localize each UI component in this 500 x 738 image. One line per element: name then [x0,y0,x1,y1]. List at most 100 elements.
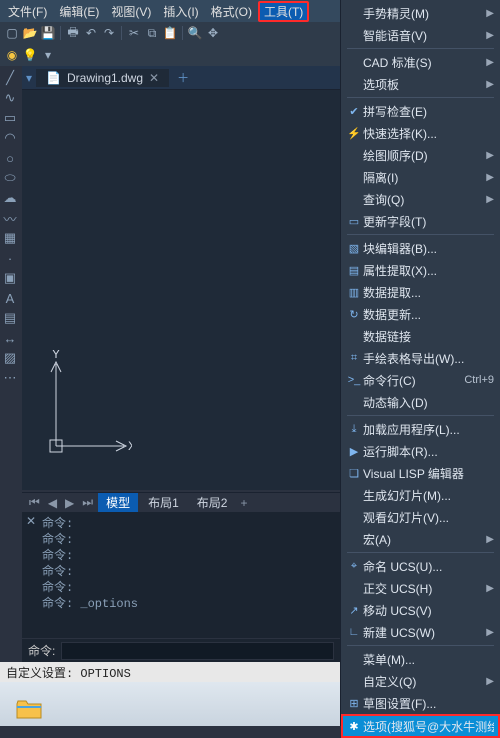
ellipse-tool-icon[interactable]: ⬭ [2,170,18,186]
dim-tool-icon[interactable]: ↔ [2,330,18,346]
menu-item-label: 生成幻灯片(M)... [363,487,494,504]
layout-tab[interactable]: 布局1 [140,493,187,512]
menu-item[interactable]: ∟新建 UCS(W)▶ [341,621,500,643]
menu-视图(V)[interactable]: 视图(V) [105,1,157,22]
bulb-icon[interactable]: 💡 [22,47,38,63]
cloud-tool-icon[interactable]: ☁ [2,190,18,206]
command-input[interactable] [61,642,334,660]
arc-tool-icon[interactable]: ◠ [2,130,18,146]
menu-item-label: 查询(Q) [363,191,482,208]
layout-nav-button[interactable]: ⏮ [26,495,43,510]
▶-icon: ▶ [345,443,363,459]
menu-item[interactable]: ▧块编辑器(B)... [341,237,500,259]
menu-item[interactable]: ✔拼写检查(E) [341,100,500,122]
menu-item[interactable]: ⌗手绘表格导出(W)... [341,347,500,369]
hatch-tool-icon[interactable]: ▦ [2,230,18,246]
menu-item-label: 选项(搜狐号@大水牛测绘 [363,718,494,735]
menu-item-label: 拼写检查(E) [363,103,494,120]
menu-item[interactable]: ⊞草图设置(F)... [341,692,500,714]
menu-item[interactable]: CAD 标准(S)▶ [341,51,500,73]
save-icon[interactable]: 💾 [40,25,56,41]
menu-item[interactable]: ⌖命名 UCS(U)... [341,555,500,577]
menu-item[interactable]: 智能语音(V)▶ [341,24,500,46]
menu-item[interactable]: ▤属性提取(X)... [341,259,500,281]
menu-item[interactable]: ⤓加载应用程序(L)... [341,418,500,440]
menu-item[interactable]: 宏(A)▶ [341,528,500,550]
text-tool-icon[interactable]: A [2,290,18,306]
command-prompt-label: 命令: [28,642,55,659]
menu-item-label: 快速选择(K)... [363,125,494,142]
document-tab[interactable]: 📄 Drawing1.dwg ✕ [36,69,169,87]
chevron-down-icon[interactable]: ▾ [26,71,32,85]
paste-icon[interactable]: 📋 [162,25,178,41]
new-icon[interactable]: ▢ [4,25,20,41]
submenu-arrow-icon: ▶ [486,194,494,205]
open-icon[interactable]: 📂 [22,25,38,41]
menu-item[interactable]: >_命令行(C)Ctrl+9 [341,369,500,391]
menu-item[interactable]: 绘图顺序(D)▶ [341,144,500,166]
dropdown-icon[interactable]: ▾ [40,47,56,63]
close-icon[interactable]: ✕ [149,71,159,85]
drawing-canvas[interactable]: Y X [22,90,340,490]
menu-工具(T)[interactable]: 工具(T) [258,1,309,22]
menu-item[interactable]: ↗移动 UCS(V) [341,599,500,621]
command-history-line: 命令: [42,580,334,596]
pan-icon[interactable]: ✥ [205,25,221,41]
layout-add-button[interactable]: + [237,496,250,510]
menu-item[interactable]: 动态输入(D) [341,391,500,413]
blank-icon [345,5,363,21]
menu-item[interactable]: ↻数据更新... [341,303,500,325]
menu-item[interactable]: 查询(Q) ▶ [341,188,500,210]
menu-item[interactable]: 正交 UCS(H)▶ [341,577,500,599]
menu-item[interactable]: ⚡快速选择(K)... [341,122,500,144]
undo-icon[interactable]: ↶ [83,25,99,41]
table-tool-icon[interactable]: ▤ [2,310,18,326]
new-tab-button[interactable]: ＋ [177,69,189,86]
menu-item[interactable]: ▭更新字段(T) [341,210,500,232]
rect-tool-icon[interactable]: ▭ [2,110,18,126]
layout-nav-button[interactable]: ◀ [45,496,60,510]
menu-item[interactable]: 菜单(M)... [341,648,500,670]
region-tool-icon[interactable]: ▨ [2,350,18,366]
layout-nav-button[interactable]: ⏭ [79,495,96,510]
x-axis-label: X [128,439,132,453]
menu-item[interactable]: 生成幻灯片(M)... [341,484,500,506]
cut-icon[interactable]: ✂ [126,25,142,41]
block-tool-icon[interactable]: ▣ [2,270,18,286]
menu-item[interactable]: ▥数据提取... [341,281,500,303]
menu-shortcut: Ctrl+9 [464,374,494,386]
menu-编辑(E)[interactable]: 编辑(E) [53,1,105,22]
folder-icon[interactable] [16,698,42,720]
blank-icon [345,509,363,525]
menu-item[interactable]: 数据链接 [341,325,500,347]
menu-item[interactable]: 手势精灵(M)▶ [341,2,500,24]
doc-title: Drawing1.dwg [67,71,143,85]
menu-插入(I)[interactable]: 插入(I) [157,1,204,22]
layout-nav-button[interactable]: ▶ [62,496,77,510]
layout-tab[interactable]: 模型 [98,493,138,512]
menu-item[interactable]: 选项板▶ [341,73,500,95]
polyline-tool-icon[interactable]: ∿ [2,90,18,106]
layer-icon[interactable]: ◉ [4,47,20,63]
menu-item[interactable]: 观看幻灯片(V)... [341,506,500,528]
copy-icon[interactable]: ⧉ [144,25,160,41]
menu-item[interactable]: ❏Visual LISP 编辑器 [341,462,500,484]
spline-tool-icon[interactable]: 〰 [2,210,18,226]
zoom-icon[interactable]: 🔍 [187,25,203,41]
redo-icon[interactable]: ↷ [101,25,117,41]
more-tool-icon[interactable]: ⋯ [2,370,18,386]
layout-tab[interactable]: 布局2 [189,493,236,512]
menu-item[interactable]: 自定义(Q)▶ [341,670,500,692]
menu-item[interactable]: 隔离(I)▶ [341,166,500,188]
menu-item[interactable]: ✱选项(搜狐号@大水牛测绘 [341,714,500,738]
close-history-icon[interactable]: ✕ [26,514,36,530]
menu-格式(O)[interactable]: 格式(O) [205,1,258,22]
separator [60,26,61,40]
menu-文件(F)[interactable]: 文件(F) [2,1,53,22]
print-icon[interactable]: 🖶 [65,25,81,41]
line-tool-icon[interactable]: ╱ [2,70,18,86]
circle-tool-icon[interactable]: ○ [2,150,18,166]
point-tool-icon[interactable]: · [2,250,18,266]
blank-icon [345,328,363,344]
menu-item[interactable]: ▶运行脚本(R)... [341,440,500,462]
